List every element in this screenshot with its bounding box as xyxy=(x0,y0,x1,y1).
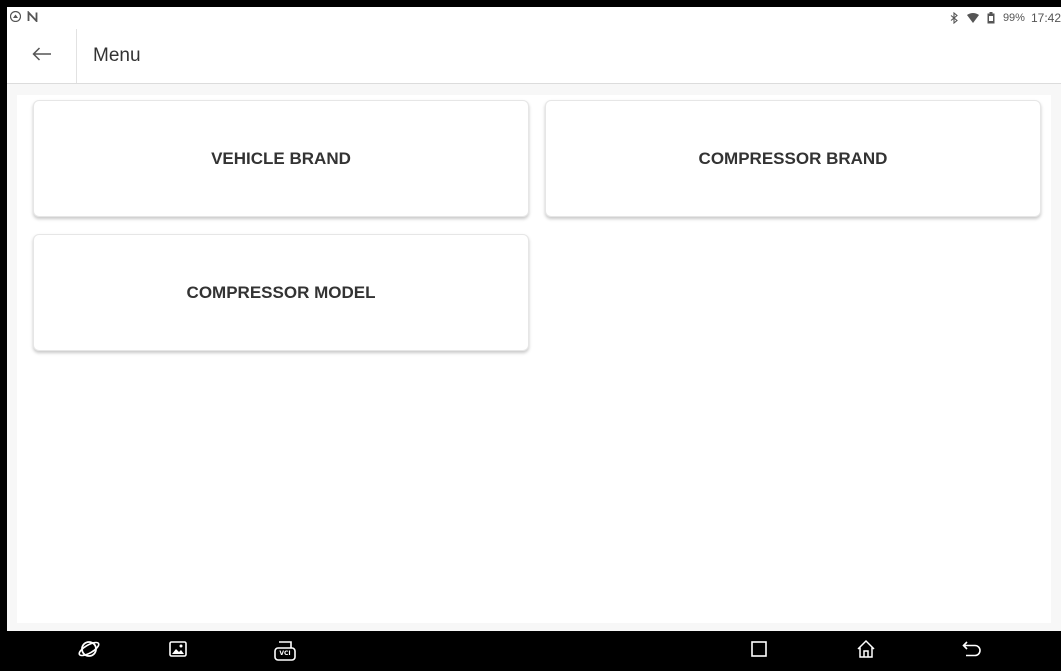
gallery-icon xyxy=(169,640,187,662)
browser-button[interactable] xyxy=(76,639,102,663)
vehicle-brand-button[interactable]: VEHICLE BRAND xyxy=(33,100,529,217)
back-nav-button[interactable] xyxy=(959,639,985,663)
battery-percent: 99% xyxy=(1002,12,1025,24)
vci-icon: VCI xyxy=(273,640,297,662)
menu-item-label: COMPRESSOR MODEL xyxy=(186,282,376,302)
menu-item-label: COMPRESSOR BRAND xyxy=(698,148,888,168)
home-icon xyxy=(856,639,876,664)
vci-label: VCI xyxy=(279,650,291,657)
recents-button[interactable] xyxy=(746,639,772,663)
action-bar: Menu xyxy=(7,29,1061,84)
back-button[interactable] xyxy=(7,29,77,83)
wifi-icon xyxy=(966,12,979,24)
arrow-left-icon xyxy=(31,46,52,66)
navigation-bar: VCI xyxy=(0,631,1061,671)
recents-icon xyxy=(751,640,767,662)
app-window: 99% 17:42 Menu VEHICLE BRAND COMPRESSOR … xyxy=(7,7,1061,631)
n-notification-icon xyxy=(26,10,38,22)
menu-item-label: VEHICLE BRAND xyxy=(211,148,351,168)
browser-icon xyxy=(78,638,100,665)
page-title: Menu xyxy=(93,45,141,66)
compressor-model-button[interactable]: COMPRESSOR MODEL xyxy=(33,234,529,351)
status-bar: 99% 17:42 xyxy=(7,7,1061,29)
home-button[interactable] xyxy=(853,639,879,663)
compressor-brand-button[interactable]: COMPRESSOR BRAND xyxy=(545,100,1041,217)
app-badge-icon xyxy=(9,10,21,22)
bluetooth-icon xyxy=(949,12,961,24)
back-icon xyxy=(962,640,982,663)
battery-icon xyxy=(985,12,997,24)
gallery-button[interactable] xyxy=(165,639,191,663)
menu-content: VEHICLE BRAND COMPRESSOR BRAND COMPRESSO… xyxy=(17,95,1051,623)
clock: 17:42 xyxy=(1030,11,1061,25)
vci-button[interactable]: VCI xyxy=(272,639,298,663)
